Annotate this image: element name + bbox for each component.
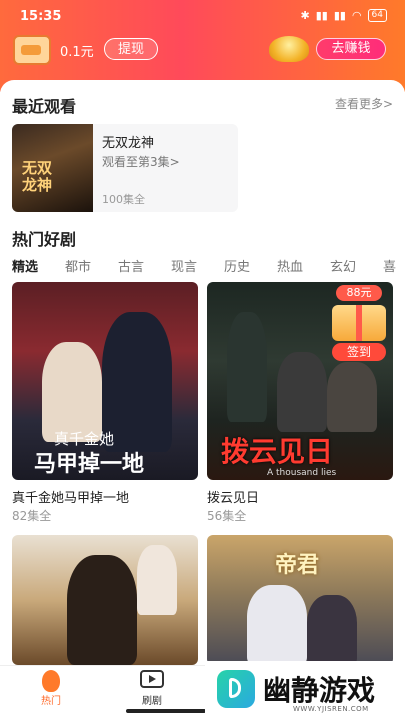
bluetooth-icon: ✱	[300, 9, 310, 22]
recent-title: 最近观看	[12, 97, 77, 116]
poster-figure	[227, 312, 267, 422]
poster-subtitle: A thousand lies	[267, 468, 337, 478]
poster-figure	[137, 545, 177, 615]
signal-icon: ▮▮	[333, 9, 346, 22]
nav-home[interactable]: 热门	[21, 670, 81, 707]
drama-poster[interactable]: 帝君	[207, 535, 393, 665]
recent-name: 无双龙神	[102, 136, 155, 151]
drama-poster[interactable]: 真千金她 马甲掉一地	[12, 282, 198, 480]
wallet-icon[interactable]	[13, 35, 51, 65]
poster-title: 帝君	[275, 552, 320, 578]
drama-episodes: 82集全	[12, 509, 52, 523]
status-time: 15:35	[20, 9, 62, 24]
tab-modern-romance[interactable]: 现言	[171, 256, 224, 275]
tab-history[interactable]: 历史	[224, 256, 277, 275]
nav-series[interactable]: 刷剧	[122, 670, 182, 707]
hot-title: 热门好剧	[12, 230, 77, 249]
recent-card[interactable]: 无双 龙神 无双龙神 观看至第3集> 100集全	[12, 124, 238, 212]
tab-featured[interactable]: 精选	[12, 256, 65, 275]
tab-ancient-romance[interactable]: 古言	[118, 256, 171, 275]
brand-logo-icon	[217, 670, 255, 708]
recent-episodes: 100集全	[102, 193, 145, 206]
status-bar: 15:35 ✱ ▮▮ ▮▮ ◠ 64	[0, 0, 405, 30]
video-play-icon	[140, 670, 164, 688]
tab-comedy[interactable]: 喜	[383, 256, 405, 275]
poster-figure	[307, 595, 357, 665]
view-more-link[interactable]: 查看更多>	[335, 95, 393, 112]
poster-title-line2: 马甲掉一地	[34, 451, 145, 477]
home-indicator[interactable]	[126, 709, 206, 713]
nav-home-label: 热门	[41, 696, 61, 707]
poster-title: 拨云见日	[221, 435, 334, 468]
tab-fantasy[interactable]: 玄幻	[330, 256, 383, 275]
gold-ingot-icon	[269, 36, 309, 62]
brand-url: WWW.YJISREN.COM	[293, 705, 369, 713]
drama-poster[interactable]	[12, 535, 198, 665]
poster-figure	[67, 555, 137, 665]
drama-title[interactable]: 拨云见日	[207, 487, 259, 506]
signal-icon: ▮▮	[315, 9, 328, 22]
poster-figure	[277, 352, 327, 432]
gift-price-badge: 88元	[336, 285, 382, 301]
tab-city[interactable]: 都市	[65, 256, 118, 275]
nav-series-label: 刷剧	[142, 696, 162, 707]
poster-figure	[247, 585, 307, 665]
withdraw-button[interactable]: 提现	[104, 38, 158, 60]
recent-poster-text: 无双 龙神	[22, 159, 53, 194]
sign-in-gift[interactable]: 88元 签到	[328, 285, 390, 365]
wifi-icon: ◠	[351, 9, 362, 22]
watermark-logo: 幽静游戏 WWW.YJISREN.COM	[205, 661, 405, 720]
gift-box-icon	[332, 305, 386, 341]
balance-amount: 0.1元	[60, 45, 94, 60]
drama-episodes: 56集全	[207, 509, 247, 523]
recent-progress[interactable]: 观看至第3集>	[102, 153, 180, 170]
sign-in-button[interactable]: 签到	[332, 343, 386, 361]
poster-figure	[327, 362, 377, 432]
header-banner: 15:35 ✱ ▮▮ ▮▮ ◠ 64 0.1元 提现 去赚钱	[0, 0, 405, 92]
battery-icon: 64	[367, 9, 387, 22]
earn-money-button[interactable]: 去赚钱	[316, 38, 386, 60]
poster-figure	[42, 342, 102, 442]
tab-hot-blood[interactable]: 热血	[277, 256, 330, 275]
recent-poster: 无双 龙神	[12, 124, 93, 212]
flame-icon	[42, 670, 60, 692]
category-tabs: 精选 都市 古言 现言 历史 热血 玄幻喜	[12, 256, 405, 276]
status-icons: ✱ ▮▮ ▮▮ ◠ 64	[300, 9, 387, 22]
drama-title[interactable]: 真千金她马甲掉一地	[12, 487, 129, 506]
brand-name: 幽静游戏	[263, 674, 376, 707]
